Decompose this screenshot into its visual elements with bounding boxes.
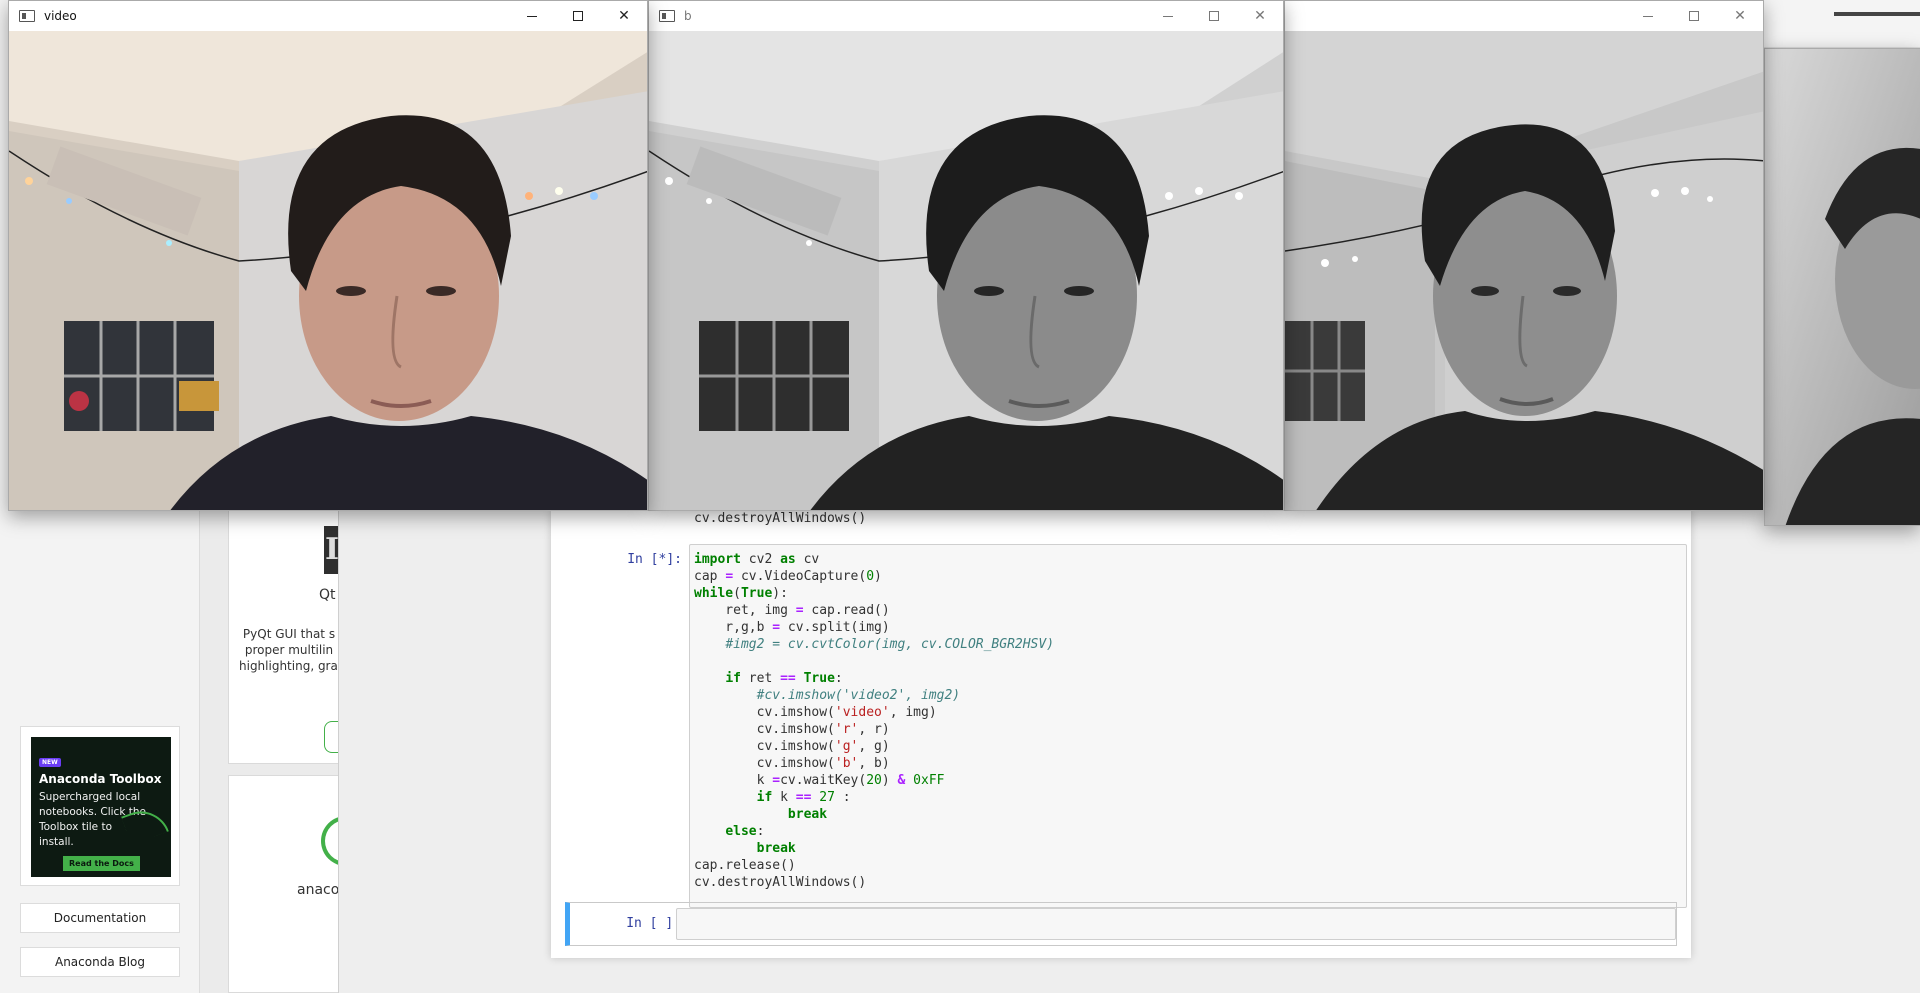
close-icon: ✕ bbox=[1734, 8, 1746, 24]
minimize-icon bbox=[527, 15, 537, 17]
opencv-app-icon bbox=[19, 10, 35, 22]
background-window-strip bbox=[1764, 0, 1920, 48]
cell-prompt: In [ ]: bbox=[626, 916, 681, 931]
camera-frame-color bbox=[9, 31, 647, 510]
maximize-icon bbox=[1209, 11, 1219, 21]
opencv-app-icon bbox=[659, 10, 675, 22]
app-card-qtconsole[interactable]: I Qt PyQt GUI that s proper multilin hig… bbox=[228, 480, 344, 764]
anaconda-toolbox-promo[interactable]: NEW Anaconda Toolbox Supercharged local … bbox=[20, 726, 180, 886]
app-card-description-line: PyQt GUI that s bbox=[242, 627, 336, 641]
app-card-title: Qt bbox=[319, 587, 336, 603]
opencv-window-g[interactable]: ✕ bbox=[1284, 0, 1764, 511]
maximize-icon bbox=[1689, 11, 1699, 21]
window-titlebar[interactable]: video ✕ bbox=[9, 1, 647, 31]
close-button[interactable]: ✕ bbox=[1717, 1, 1763, 31]
cell-prompt: In [*]: bbox=[627, 552, 682, 567]
promo-title: Anaconda Toolbox bbox=[39, 772, 162, 786]
camera-frame-grayscale bbox=[1765, 49, 1920, 525]
opencv-window-video[interactable]: video ✕ bbox=[8, 0, 648, 511]
window-titlebar[interactable]: ✕ bbox=[1285, 1, 1763, 31]
empty-code-cell-selected[interactable]: In [ ]: bbox=[565, 902, 1677, 946]
anaconda-blog-link[interactable]: Anaconda Blog bbox=[20, 947, 180, 977]
app-card-description-line: proper multilin bbox=[244, 643, 334, 657]
minimize-button[interactable] bbox=[1145, 1, 1191, 31]
minimize-button[interactable] bbox=[509, 1, 555, 31]
code-editor[interactable] bbox=[676, 908, 1676, 940]
promo-banner: NEW Anaconda Toolbox Supercharged local … bbox=[31, 737, 171, 877]
maximize-icon bbox=[573, 11, 583, 21]
close-button[interactable]: ✕ bbox=[601, 1, 647, 31]
app-card-description: PyQt GUI that s proper multilin highligh… bbox=[239, 626, 339, 674]
maximize-button[interactable] bbox=[555, 1, 601, 31]
notebook-container: cv.destroyAllWindows() In [*]: import cv… bbox=[551, 510, 1691, 958]
opencv-window-r[interactable] bbox=[1764, 48, 1920, 526]
close-icon: ✕ bbox=[618, 8, 630, 24]
new-badge: NEW bbox=[39, 758, 61, 767]
opencv-window-b[interactable]: b ✕ bbox=[648, 0, 1284, 511]
close-icon: ✕ bbox=[1254, 8, 1266, 24]
minimize-icon bbox=[1643, 15, 1653, 17]
read-the-docs-button[interactable]: Read the Docs bbox=[63, 856, 140, 871]
code-line: cv.destroyAllWindows() bbox=[694, 511, 867, 526]
minimize-button[interactable] bbox=[1625, 1, 1671, 31]
maximize-button[interactable] bbox=[1191, 1, 1237, 31]
window-titlebar[interactable]: b ✕ bbox=[649, 1, 1283, 31]
previous-code-cell[interactable]: cv.destroyAllWindows() bbox=[565, 510, 1677, 530]
code-text: import cv2 as cv cap = cv.VideoCapture(0… bbox=[694, 552, 1055, 890]
camera-frame-grayscale bbox=[649, 31, 1283, 510]
code-editor[interactable]: import cv2 as cv cap = cv.VideoCapture(0… bbox=[689, 544, 1687, 908]
close-button[interactable]: ✕ bbox=[1237, 1, 1283, 31]
app-card-description-line: highlighting, grap bbox=[239, 659, 339, 673]
maximize-button[interactable] bbox=[1671, 1, 1717, 31]
code-cell[interactable]: In [*]: import cv2 as cv cap = cv.VideoC… bbox=[565, 543, 1687, 909]
window-title: b bbox=[684, 9, 692, 23]
camera-frame-grayscale bbox=[1285, 31, 1763, 510]
app-card-anaconda[interactable]: anacon bbox=[228, 775, 351, 993]
minimize-icon bbox=[1163, 15, 1173, 17]
window-title: video bbox=[44, 9, 77, 23]
documentation-link[interactable]: Documentation bbox=[20, 903, 180, 933]
